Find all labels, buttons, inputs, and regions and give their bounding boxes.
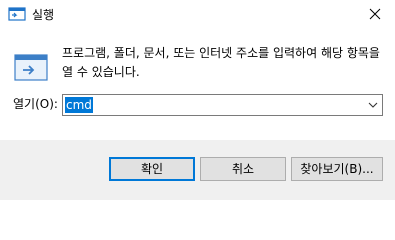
chevron-down-icon[interactable] bbox=[367, 99, 379, 111]
open-label: 열기(O): bbox=[13, 97, 58, 111]
run-dialog-icon bbox=[14, 52, 48, 82]
close-button[interactable] bbox=[355, 0, 395, 30]
cancel-button[interactable]: 취소 bbox=[200, 157, 286, 181]
title-bar: 실행 bbox=[0, 0, 395, 30]
open-combobox[interactable]: cmd bbox=[62, 94, 383, 116]
browse-button[interactable]: 찾아보기(B)... bbox=[291, 157, 383, 181]
run-window-icon bbox=[8, 6, 26, 22]
button-bar: 확인 취소 찾아보기(B)... bbox=[0, 140, 395, 200]
open-input-value[interactable]: cmd bbox=[65, 97, 93, 113]
ok-button[interactable]: 확인 bbox=[109, 157, 195, 181]
dialog-description: 프로그램, 폴더, 문서, 또는 인터넷 주소를 입력하여 해당 항목을 열 수… bbox=[62, 46, 380, 79]
dialog-content: 프로그램, 폴더, 문서, 또는 인터넷 주소를 입력하여 해당 항목을 열 수… bbox=[0, 30, 395, 140]
window-title: 실행 bbox=[32, 8, 55, 22]
close-icon bbox=[369, 8, 381, 23]
